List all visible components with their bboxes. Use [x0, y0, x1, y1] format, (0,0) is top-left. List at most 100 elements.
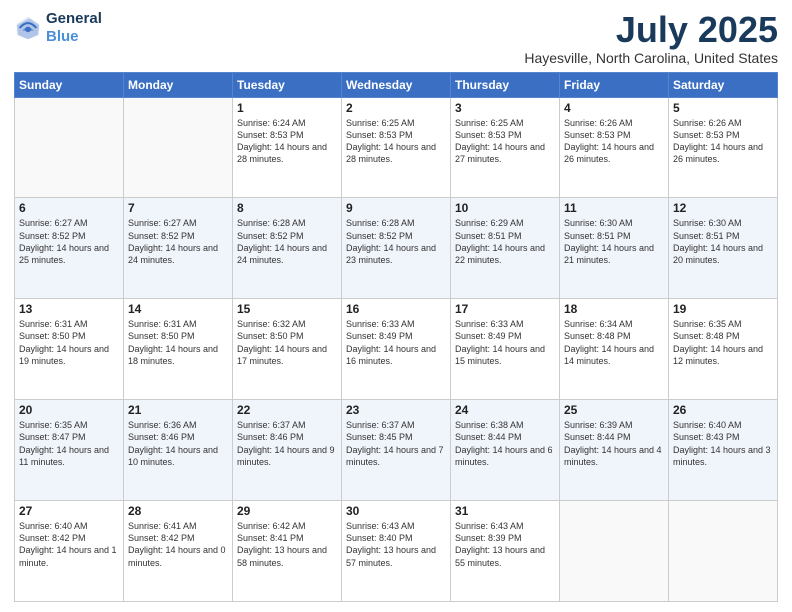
- week-row-3: 13 Sunrise: 6:31 AM Sunset: 8:50 PM Dayli…: [15, 299, 778, 400]
- day-number: 12: [673, 201, 773, 215]
- logo: General Blue: [14, 10, 102, 46]
- main-title: July 2025: [524, 10, 778, 50]
- col-header-tuesday: Tuesday: [233, 72, 342, 97]
- col-header-wednesday: Wednesday: [342, 72, 451, 97]
- day-info: Sunrise: 6:35 AM Sunset: 8:47 PM Dayligh…: [19, 419, 119, 468]
- title-block: July 2025 Hayesville, North Carolina, Un…: [524, 10, 778, 66]
- day-number: 7: [128, 201, 228, 215]
- day-number: 13: [19, 302, 119, 316]
- week-row-4: 20 Sunrise: 6:35 AM Sunset: 8:47 PM Dayli…: [15, 400, 778, 501]
- day-number: 8: [237, 201, 337, 215]
- calendar-cell: 30Sunrise: 6:43 AM Sunset: 8:40 PM Dayli…: [342, 501, 451, 602]
- day-number: 2: [346, 101, 446, 115]
- header: General Blue July 2025 Hayesville, North…: [14, 10, 778, 66]
- calendar-cell: 10 Sunrise: 6:29 AM Sunset: 8:51 PM Dayli…: [451, 198, 560, 299]
- day-info: Sunrise: 6:25 AM Sunset: 8:53 PM Dayligh…: [346, 117, 446, 166]
- calendar-cell: 24 Sunrise: 6:38 AM Sunset: 8:44 PM Dayli…: [451, 400, 560, 501]
- day-number: 22: [237, 403, 337, 417]
- day-info: Sunrise: 6:34 AM Sunset: 8:48 PM Dayligh…: [564, 318, 664, 367]
- calendar-cell: 17 Sunrise: 6:33 AM Sunset: 8:49 PM Dayli…: [451, 299, 560, 400]
- subtitle: Hayesville, North Carolina, United State…: [524, 50, 778, 66]
- day-number: 21: [128, 403, 228, 417]
- calendar-cell: 20 Sunrise: 6:35 AM Sunset: 8:47 PM Dayli…: [15, 400, 124, 501]
- calendar-cell: 21 Sunrise: 6:36 AM Sunset: 8:46 PM Dayli…: [124, 400, 233, 501]
- col-header-saturday: Saturday: [669, 72, 778, 97]
- day-info: Sunrise: 6:27 AM Sunset: 8:52 PM Dayligh…: [19, 217, 119, 266]
- calendar-cell: 5 Sunrise: 6:26 AM Sunset: 8:53 PM Daylig…: [669, 97, 778, 198]
- day-info: Sunrise: 6:38 AM Sunset: 8:44 PM Dayligh…: [455, 419, 555, 468]
- day-number: 5: [673, 101, 773, 115]
- calendar-cell: 25 Sunrise: 6:39 AM Sunset: 8:44 PM Dayli…: [560, 400, 669, 501]
- day-number: 4: [564, 101, 664, 115]
- day-info: Sunrise: 6:30 AM Sunset: 8:51 PM Dayligh…: [564, 217, 664, 266]
- day-number: 29: [237, 504, 337, 518]
- calendar-cell: 19Sunrise: 6:35 AM Sunset: 8:48 PM Dayli…: [669, 299, 778, 400]
- day-info: Sunrise: 6:28 AM Sunset: 8:52 PM Dayligh…: [346, 217, 446, 266]
- calendar-cell: [15, 97, 124, 198]
- day-info: Sunrise: 6:31 AM Sunset: 8:50 PM Dayligh…: [128, 318, 228, 367]
- calendar-cell: 11 Sunrise: 6:30 AM Sunset: 8:51 PM Dayli…: [560, 198, 669, 299]
- col-header-friday: Friday: [560, 72, 669, 97]
- day-info: Sunrise: 6:29 AM Sunset: 8:51 PM Dayligh…: [455, 217, 555, 266]
- day-number: 20: [19, 403, 119, 417]
- week-row-1: 1 Sunrise: 6:24 AM Sunset: 8:53 PM Daylig…: [15, 97, 778, 198]
- calendar-header-row: SundayMondayTuesdayWednesdayThursdayFrid…: [15, 72, 778, 97]
- calendar-cell: 26Sunrise: 6:40 AM Sunset: 8:43 PM Dayli…: [669, 400, 778, 501]
- day-info: Sunrise: 6:26 AM Sunset: 8:53 PM Dayligh…: [673, 117, 773, 166]
- day-info: Sunrise: 6:25 AM Sunset: 8:53 PM Dayligh…: [455, 117, 555, 166]
- day-number: 14: [128, 302, 228, 316]
- day-info: Sunrise: 6:36 AM Sunset: 8:46 PM Dayligh…: [128, 419, 228, 468]
- calendar-cell: 8 Sunrise: 6:28 AM Sunset: 8:52 PM Daylig…: [233, 198, 342, 299]
- calendar-cell: 22Sunrise: 6:37 AM Sunset: 8:46 PM Dayli…: [233, 400, 342, 501]
- day-number: 1: [237, 101, 337, 115]
- calendar-cell: 18 Sunrise: 6:34 AM Sunset: 8:48 PM Dayli…: [560, 299, 669, 400]
- day-info: Sunrise: 6:31 AM Sunset: 8:50 PM Dayligh…: [19, 318, 119, 367]
- week-row-2: 6 Sunrise: 6:27 AM Sunset: 8:52 PM Daylig…: [15, 198, 778, 299]
- calendar-cell: [124, 97, 233, 198]
- col-header-thursday: Thursday: [451, 72, 560, 97]
- day-info: Sunrise: 6:39 AM Sunset: 8:44 PM Dayligh…: [564, 419, 664, 468]
- day-number: 23: [346, 403, 446, 417]
- day-number: 3: [455, 101, 555, 115]
- page: General Blue July 2025 Hayesville, North…: [0, 0, 792, 612]
- calendar-cell: 6 Sunrise: 6:27 AM Sunset: 8:52 PM Daylig…: [15, 198, 124, 299]
- calendar-cell: 31 Sunrise: 6:43 AM Sunset: 8:39 PM Dayli…: [451, 501, 560, 602]
- calendar-cell: 4 Sunrise: 6:26 AM Sunset: 8:53 PM Daylig…: [560, 97, 669, 198]
- calendar-table: SundayMondayTuesdayWednesdayThursdayFrid…: [14, 72, 778, 602]
- logo-line2: Blue: [46, 28, 79, 45]
- day-info: Sunrise: 6:40 AM Sunset: 8:43 PM Dayligh…: [673, 419, 773, 468]
- day-info: Sunrise: 6:35 AM Sunset: 8:48 PM Dayligh…: [673, 318, 773, 367]
- day-info: Sunrise: 6:43 AM Sunset: 8:40 PM Dayligh…: [346, 520, 446, 569]
- day-info: Sunrise: 6:28 AM Sunset: 8:52 PM Dayligh…: [237, 217, 337, 266]
- calendar-cell: 3 Sunrise: 6:25 AM Sunset: 8:53 PM Daylig…: [451, 97, 560, 198]
- logo-text: General Blue: [46, 10, 102, 46]
- col-header-sunday: Sunday: [15, 72, 124, 97]
- calendar-cell: [669, 501, 778, 602]
- day-number: 31: [455, 504, 555, 518]
- day-info: Sunrise: 6:26 AM Sunset: 8:53 PM Dayligh…: [564, 117, 664, 166]
- calendar-cell: 12 Sunrise: 6:30 AM Sunset: 8:51 PM Dayli…: [669, 198, 778, 299]
- calendar-cell: 7 Sunrise: 6:27 AM Sunset: 8:52 PM Daylig…: [124, 198, 233, 299]
- day-number: 25: [564, 403, 664, 417]
- day-number: 6: [19, 201, 119, 215]
- day-info: Sunrise: 6:42 AM Sunset: 8:41 PM Dayligh…: [237, 520, 337, 569]
- calendar-cell: 14 Sunrise: 6:31 AM Sunset: 8:50 PM Dayli…: [124, 299, 233, 400]
- day-number: 18: [564, 302, 664, 316]
- col-header-monday: Monday: [124, 72, 233, 97]
- calendar-cell: 2 Sunrise: 6:25 AM Sunset: 8:53 PM Daylig…: [342, 97, 451, 198]
- calendar-cell: 9Sunrise: 6:28 AM Sunset: 8:52 PM Daylig…: [342, 198, 451, 299]
- calendar-cell: [560, 501, 669, 602]
- day-info: Sunrise: 6:27 AM Sunset: 8:52 PM Dayligh…: [128, 217, 228, 266]
- calendar-cell: 16Sunrise: 6:33 AM Sunset: 8:49 PM Dayli…: [342, 299, 451, 400]
- day-number: 11: [564, 201, 664, 215]
- day-number: 10: [455, 201, 555, 215]
- day-info: Sunrise: 6:33 AM Sunset: 8:49 PM Dayligh…: [455, 318, 555, 367]
- day-number: 24: [455, 403, 555, 417]
- day-info: Sunrise: 6:43 AM Sunset: 8:39 PM Dayligh…: [455, 520, 555, 569]
- day-info: Sunrise: 6:30 AM Sunset: 8:51 PM Dayligh…: [673, 217, 773, 266]
- day-info: Sunrise: 6:41 AM Sunset: 8:42 PM Dayligh…: [128, 520, 228, 569]
- calendar-cell: 23Sunrise: 6:37 AM Sunset: 8:45 PM Dayli…: [342, 400, 451, 501]
- day-info: Sunrise: 6:32 AM Sunset: 8:50 PM Dayligh…: [237, 318, 337, 367]
- day-number: 17: [455, 302, 555, 316]
- day-info: Sunrise: 6:24 AM Sunset: 8:53 PM Dayligh…: [237, 117, 337, 166]
